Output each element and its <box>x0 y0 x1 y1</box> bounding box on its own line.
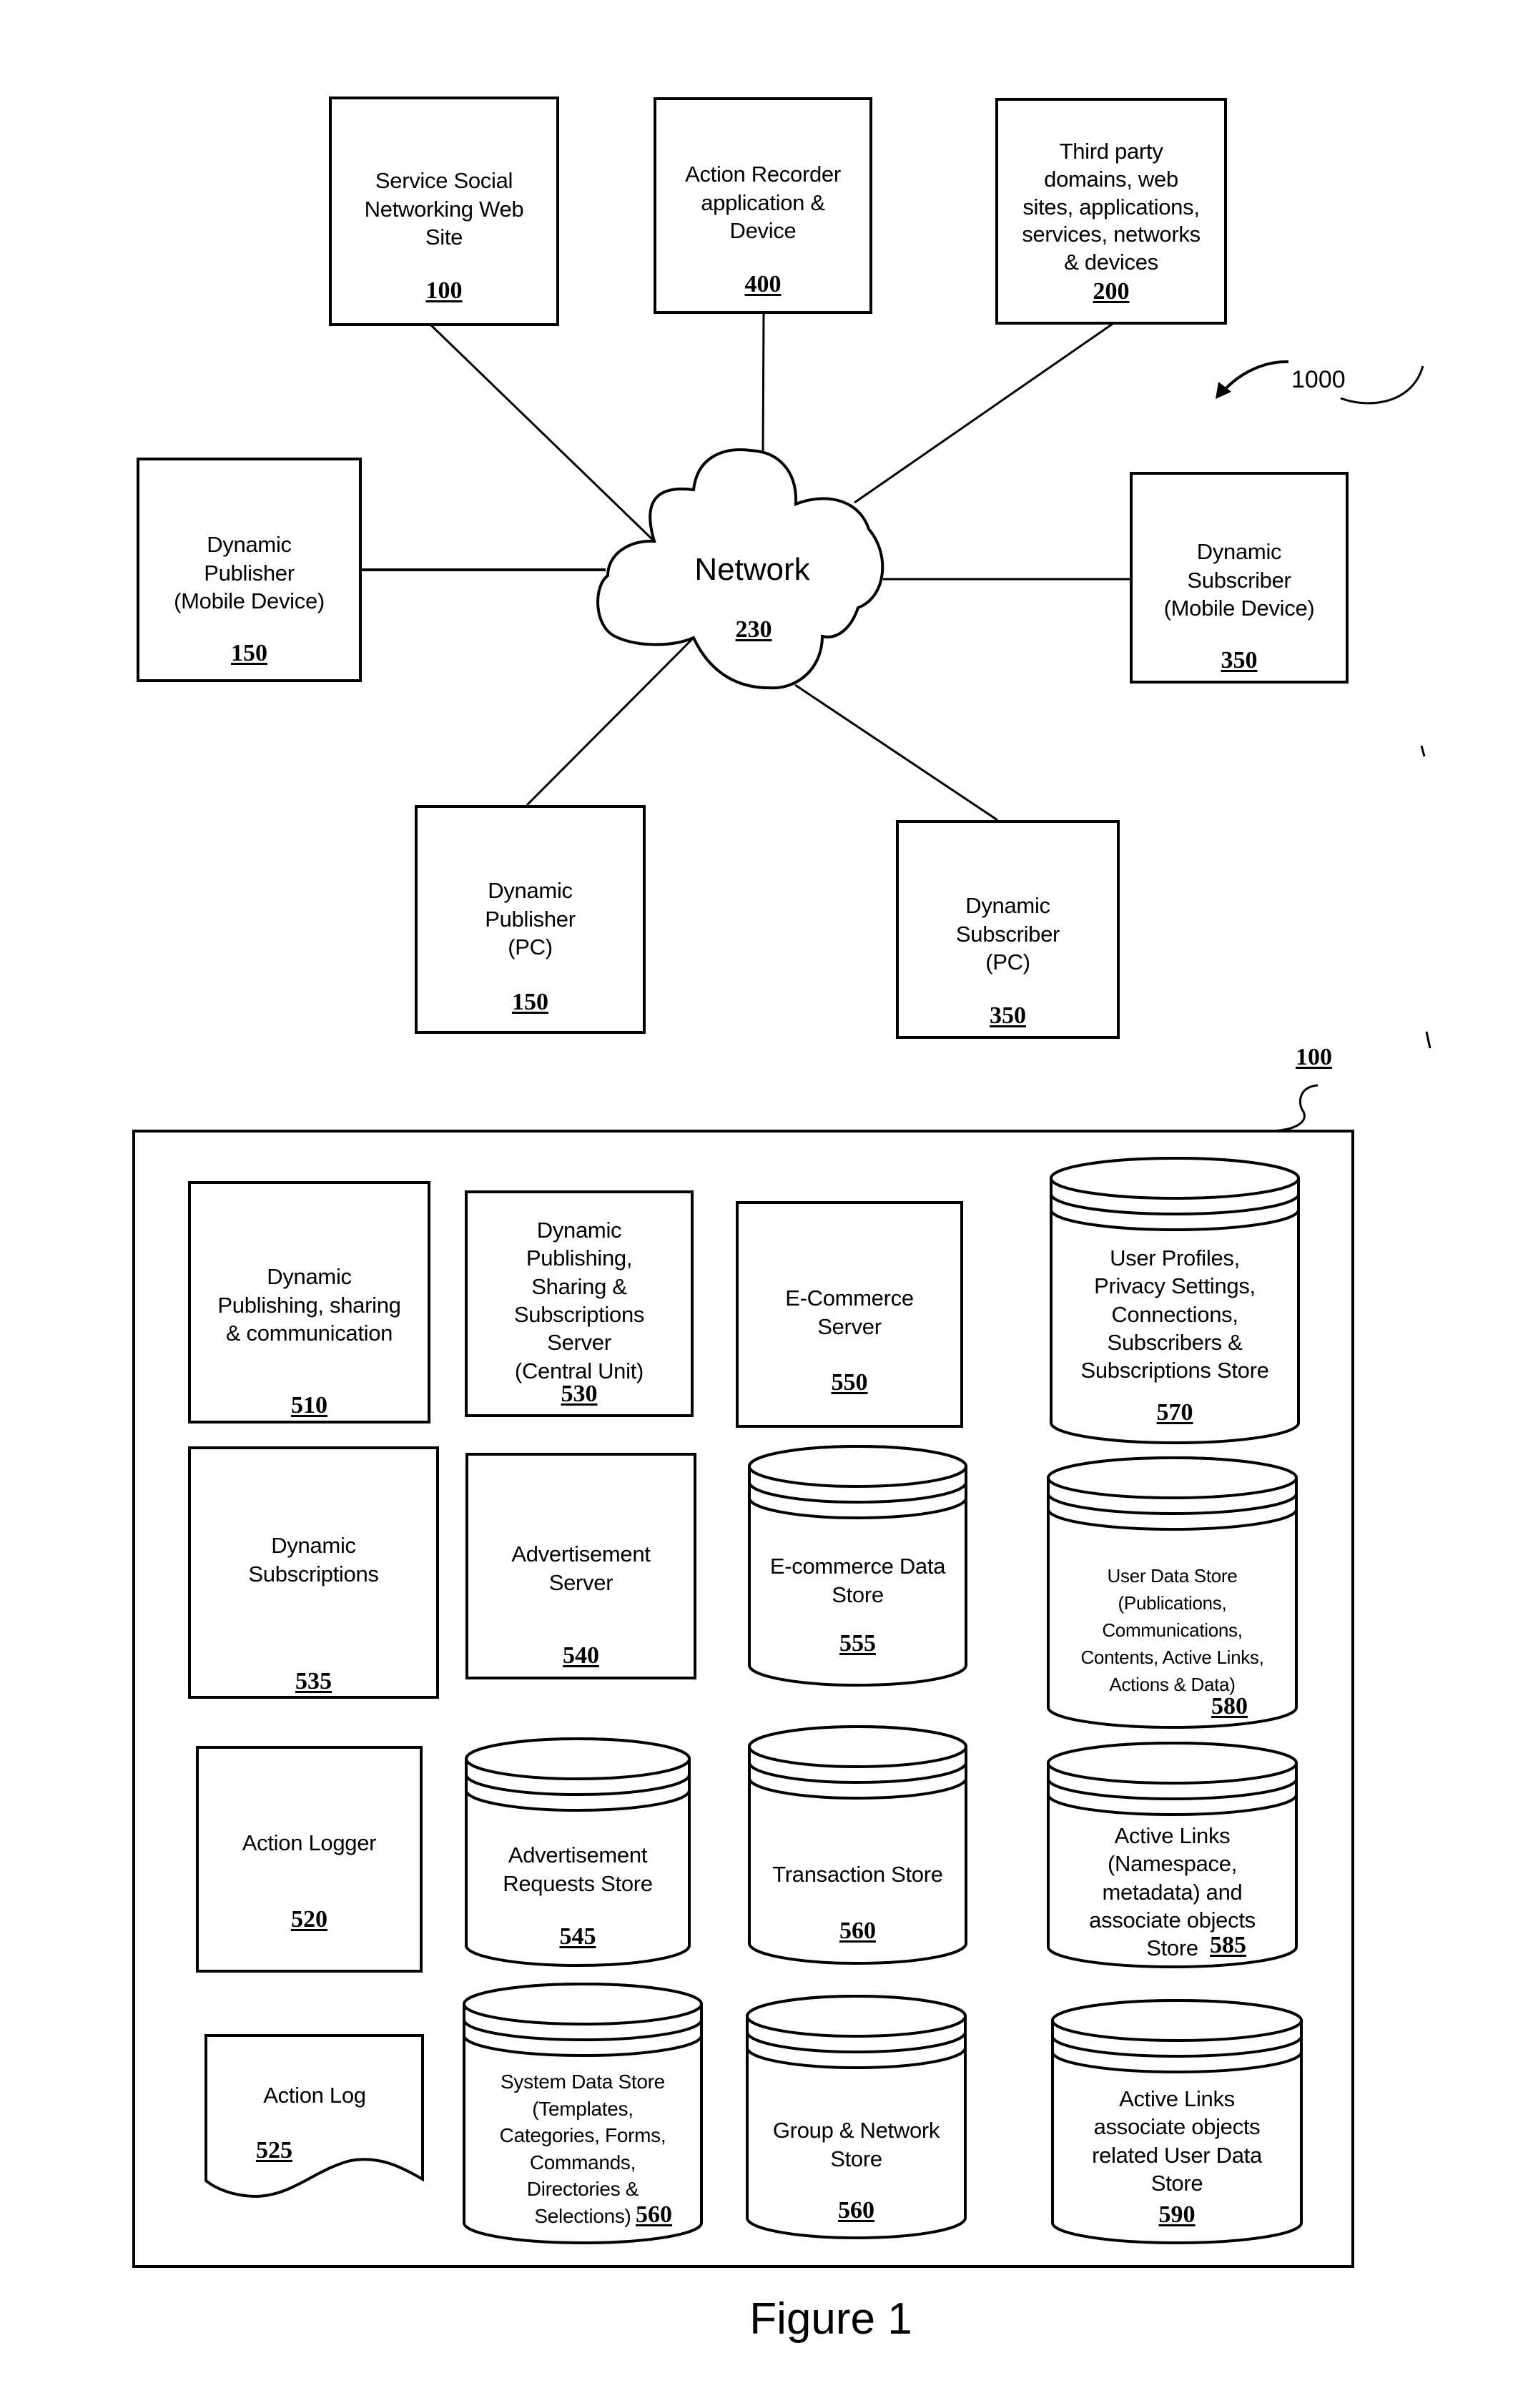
node-ref: 100 <box>425 277 463 305</box>
scan-mark <box>1420 745 1426 757</box>
node-ref: 350 <box>1221 647 1258 674</box>
node-third-party: Third party domains, web sites, applicat… <box>995 98 1227 325</box>
component-label: Dynamic Publishing, sharing & communicat… <box>217 1264 401 1346</box>
component-label: Action Logger <box>242 1830 377 1855</box>
network-hub-label: Network <box>694 552 810 587</box>
figure-caption: Figure 1 <box>749 2294 912 2344</box>
component-ref: 555 <box>839 1630 876 1657</box>
node-ref: 350 <box>990 1002 1026 1030</box>
component-label: User Profiles, Privacy Settings, Connect… <box>1080 1245 1269 1383</box>
component-action-log: Action Log 525 <box>206 2036 423 2197</box>
component-ref: 570 <box>1156 1398 1193 1426</box>
node-service-social-networking-site: Service Social Networking Web Site 100 <box>329 97 559 326</box>
site-ref-leader <box>1266 1084 1319 1133</box>
component-ecommerce-data-store: E-commerce Data Store 555 <box>749 1446 966 1685</box>
node-ref: 200 <box>1093 277 1130 305</box>
component-dynamic-publishing-server: Dynamic Publishing, Sharing & Subscripti… <box>465 1190 694 1417</box>
component-label: Active Links associate objects related U… <box>1092 2086 1262 2196</box>
component-active-links-namespace-store: Active Links (Namespace, metadata) and a… <box>1048 1743 1296 1967</box>
component-ref: 540 <box>563 1642 599 1669</box>
node-label: Dynamic Subscriber (Mobile Device) <box>1163 539 1315 621</box>
component-dynamic-subscriptions: Dynamic Subscriptions 535 <box>188 1446 439 1699</box>
node-dynamic-subscriber-pc: Dynamic Subscriber (PC) 350 <box>896 820 1120 1039</box>
component-ref: 560 <box>636 2201 672 2228</box>
node-ref: 150 <box>512 989 548 1016</box>
node-action-recorder: Action Recorder application & Device 400 <box>654 97 872 314</box>
component-active-links-user-data-store: Active Links associate objects related U… <box>1053 2000 1301 2243</box>
component-ref: 510 <box>291 1392 327 1419</box>
node-label: Dynamic Publisher (Mobile Device) <box>174 532 325 614</box>
component-ref: 535 <box>295 1668 332 1695</box>
component-user-profiles-store: User Profiles, Privacy Settings, Connect… <box>1051 1158 1298 1443</box>
connector-200-network <box>854 322 1113 504</box>
scan-mark <box>1425 1031 1431 1049</box>
component-label: Dynamic Subscriptions <box>248 1533 379 1587</box>
component-ref: 590 <box>1158 2201 1196 2229</box>
component-ref: 560 <box>838 2197 874 2224</box>
component-label: E-Commerce Server <box>785 1286 914 1339</box>
component-ref: 530 <box>561 1381 598 1408</box>
system-ref-arrow <box>1221 360 1289 393</box>
component-ref: 525 <box>256 2136 292 2163</box>
network-hub-ref: 230 <box>735 616 772 643</box>
component-ecommerce-server: E-Commerce Server 550 <box>736 1201 963 1428</box>
component-system-data-store: System Data Store (Templates, Categories… <box>464 1984 701 2243</box>
node-ref: 400 <box>744 271 782 298</box>
node-dynamic-publisher-mobile: Dynamic Publisher (Mobile Device) 150 <box>137 458 362 682</box>
component-group-network-store: Group & Network Store 560 <box>747 1996 965 2238</box>
component-label: Advertisement Requests Store <box>503 1842 653 1896</box>
component-ref: 580 <box>1211 1692 1248 1719</box>
connector-350-pc-network <box>794 684 998 821</box>
system-ref-squiggle <box>1340 365 1424 405</box>
component-label: Dynamic Publishing, Sharing & Subscripti… <box>513 1218 645 1383</box>
node-label: Action Recorder application & Device <box>685 162 841 244</box>
component-label: Group & Network Store <box>772 2118 940 2171</box>
component-label: Action Log <box>263 2083 366 2108</box>
node-ref: 150 <box>231 640 267 667</box>
site-ref-label: 100 <box>1296 1044 1332 1070</box>
component-user-data-store: User Data Store (Publications, Communica… <box>1048 1458 1296 1727</box>
component-ref: 585 <box>1210 1932 1246 1958</box>
component-label: User Data Store (Publications, Communica… <box>1080 1565 1264 1695</box>
component-ref: 545 <box>559 1923 596 1950</box>
component-label: E-commerce Data Store <box>769 1554 946 1607</box>
node-label: Dynamic Subscriber (PC) <box>955 893 1060 975</box>
component-dynamic-publishing-sharing-communication: Dynamic Publishing, sharing & communicat… <box>188 1181 430 1423</box>
connector-150-pc-network <box>526 636 695 806</box>
node-dynamic-publisher-pc: Dynamic Publisher (PC) 150 <box>415 805 646 1034</box>
component-ref: 560 <box>839 1917 876 1944</box>
component-advertisement-server: Advertisement Server 540 <box>465 1453 696 1679</box>
node-label: Dynamic Publisher (PC) <box>485 878 576 960</box>
component-transaction-store: Transaction Store 560 <box>749 1727 966 1963</box>
connector-400-network <box>762 312 765 453</box>
system-ref-label: 1000 <box>1291 366 1346 393</box>
component-label: Advertisement Server <box>511 1541 651 1595</box>
node-dynamic-subscriber-mobile: Dynamic Subscriber (Mobile Device) 350 <box>1130 472 1349 684</box>
node-label: Service Social Networking Web Site <box>364 168 524 250</box>
component-advertisement-requests-store: Advertisement Requests Store 545 <box>466 1739 689 1965</box>
component-ref: 520 <box>291 1905 327 1933</box>
component-label: Transaction Store <box>772 1862 943 1887</box>
connector-100-network <box>430 324 656 543</box>
component-action-logger: Action Logger 520 <box>196 1746 423 1973</box>
node-label: Third party domains, web sites, applicat… <box>1022 139 1201 275</box>
component-ref: 550 <box>831 1369 868 1396</box>
